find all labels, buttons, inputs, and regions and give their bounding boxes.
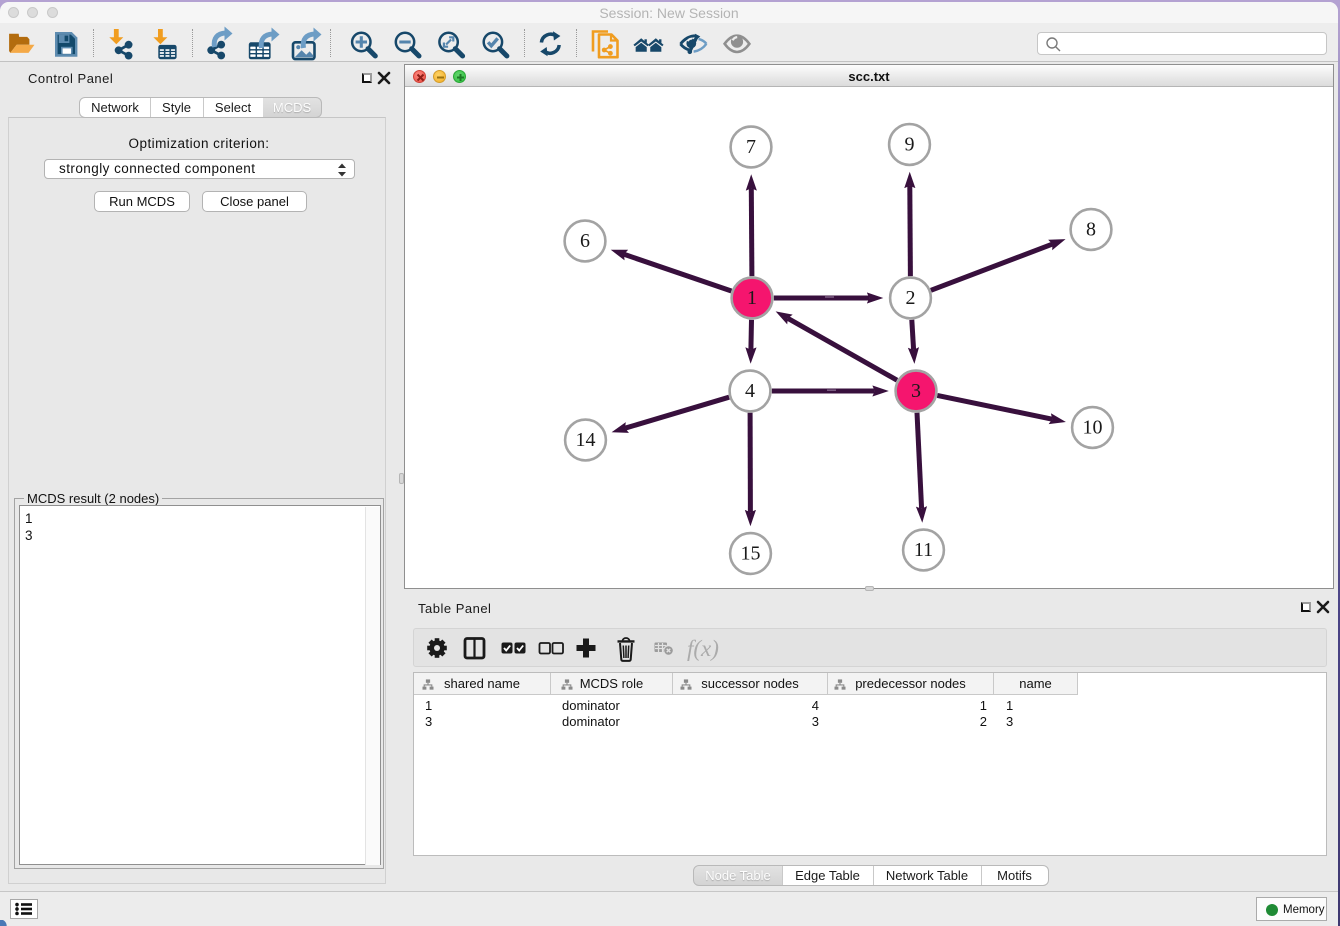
svg-text:8: 8 xyxy=(1086,219,1096,241)
svg-text:10: 10 xyxy=(1083,417,1103,439)
svg-text:14: 14 xyxy=(576,429,596,451)
svg-text:6: 6 xyxy=(580,230,590,252)
svg-text:4: 4 xyxy=(745,380,755,402)
svg-text:1: 1 xyxy=(747,287,757,309)
svg-text:11: 11 xyxy=(914,539,933,561)
svg-text:2: 2 xyxy=(906,287,916,309)
svg-text:9: 9 xyxy=(905,134,915,156)
svg-text:f(x): f(x) xyxy=(687,636,719,661)
svg-text:7: 7 xyxy=(746,136,756,158)
svg-text:3: 3 xyxy=(911,380,921,402)
svg-text:15: 15 xyxy=(741,543,761,565)
